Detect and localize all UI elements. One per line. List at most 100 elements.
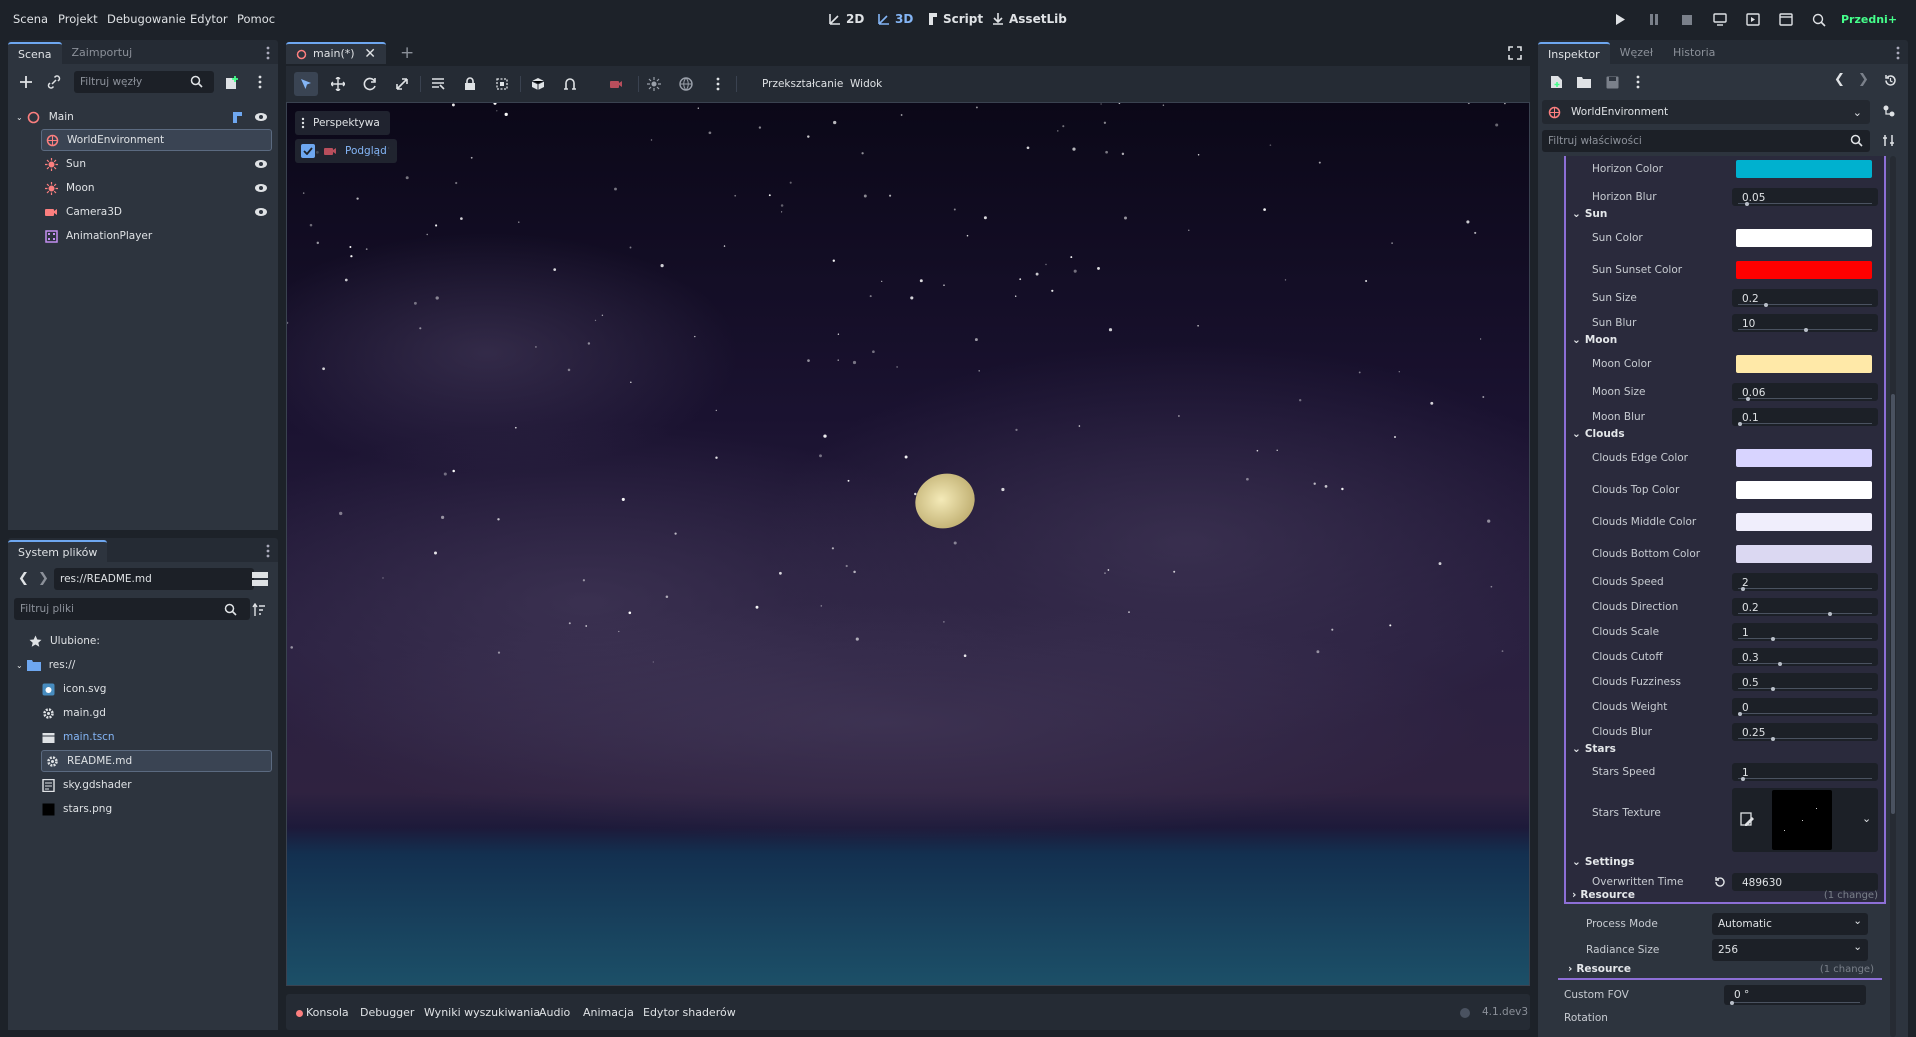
checkbox-checked-icon[interactable] [301,144,315,158]
tab-audio[interactable]: Audio [539,1006,570,1019]
file-item[interactable]: main.gd [41,702,301,724]
snap-icon[interactable] [558,72,582,96]
rotate-tool-icon[interactable] [358,72,382,96]
section-sun[interactable]: ⌄ Sun [1572,208,1607,220]
remote-debug-icon[interactable] [1713,13,1727,26]
file-item[interactable]: sky.gdshader [41,774,301,796]
path-field[interactable]: res://README.md [54,568,254,590]
tab-console[interactable]: Konsola [306,1006,349,1019]
back-icon[interactable]: ❮ [18,571,29,586]
sun-toggle-icon[interactable] [642,72,666,96]
scale-tool-icon[interactable] [390,72,414,96]
instance-scene-icon[interactable] [220,70,244,94]
tab-filesystem[interactable]: System plików [8,540,108,562]
more-options-icon[interactable] [1626,70,1650,94]
horizon-blur-slider[interactable]: 0.05 [1732,188,1878,206]
play-custom-scene-icon[interactable] [1779,13,1793,26]
tab-debugger[interactable]: Debugger [360,1006,414,1019]
color-picker-button[interactable] [1736,449,1872,467]
tree-node-animationplayer[interactable]: AnimationPlayer [44,225,304,247]
group-icon[interactable] [490,72,514,96]
file-filter-input[interactable]: Filtruj pliki [14,598,250,620]
radiance-size-select[interactable]: 256 ⌄ [1712,939,1868,961]
add-node-icon[interactable] [14,70,38,94]
3d-viewport[interactable]: Perspektywa Podgląd [286,102,1530,986]
clouds-fuzziness-slider[interactable]: 0.5 [1732,673,1878,691]
dock-menu-icon[interactable] [266,544,270,558]
color-picker-button[interactable] [1736,355,1872,373]
menu-editor[interactable]: Edytor [190,12,228,26]
close-icon[interactable]: ✕ [364,43,376,65]
environment-toggle-icon[interactable] [674,72,698,96]
section-settings[interactable]: ⌄ Settings [1572,856,1634,868]
new-resource-icon[interactable] [1544,70,1568,94]
lock-icon[interactable] [458,72,482,96]
move-tool-icon[interactable] [326,72,350,96]
tab-history[interactable]: Historia [1663,42,1725,64]
custom-fov-slider[interactable]: 0 ° [1724,985,1866,1005]
visibility-eye-icon[interactable] [254,110,268,124]
workspace-2d-button[interactable]: 2D [828,12,864,26]
res-root-row[interactable]: ⌄ res:// [16,654,276,676]
section-resource-inner[interactable]: › Resource (1 change) [1572,889,1878,901]
history-forward-icon[interactable]: ❯ [1858,72,1869,87]
section-resource-outer[interactable]: › Resource (1 change) [1568,963,1874,975]
history-back-icon[interactable]: ❮ [1834,72,1845,87]
more-options-icon[interactable] [706,72,730,96]
workspace-script-button[interactable]: Script [926,12,983,26]
stars-texture-picker[interactable]: ⌄ [1732,788,1878,852]
renderer-selector[interactable]: Przedni+ [1841,13,1897,26]
fullscreen-icon[interactable] [1508,46,1522,60]
pause-icon[interactable] [1648,13,1660,26]
movie-maker-icon[interactable] [1812,13,1826,27]
play-icon[interactable] [1614,13,1626,26]
add-tab-icon[interactable]: + [400,43,414,63]
color-picker-button[interactable] [1736,261,1872,279]
open-folder-icon[interactable] [1572,70,1596,94]
stars-speed-slider[interactable]: 1 [1732,763,1878,781]
transform-menu[interactable]: Przekształcanie [762,78,843,90]
dock-menu-icon[interactable] [266,46,270,60]
tab-scene[interactable]: Scena [8,42,62,64]
visibility-eye-icon[interactable] [254,205,268,219]
menu-scene[interactable]: Scena [13,12,48,26]
file-item[interactable]: icon.svg [41,678,301,700]
file-item[interactable]: main.tscn [41,726,301,748]
stop-icon[interactable] [1681,14,1693,26]
visibility-eye-icon[interactable] [254,181,268,195]
tab-animation[interactable]: Animacja [583,1006,634,1019]
color-picker-button[interactable] [1736,229,1872,247]
chevron-down-icon[interactable]: ⌄ [16,113,23,122]
menu-help[interactable]: Pomoc [237,12,275,26]
menu-debug[interactable]: Debugowanie [107,12,186,26]
menu-project[interactable]: Projekt [58,12,98,26]
section-stars[interactable]: ⌄ Stars [1572,743,1616,755]
workspace-3d-button[interactable]: 3D [877,12,913,26]
history-icon[interactable] [1884,74,1897,87]
select-tool-icon[interactable] [294,72,318,96]
sun-blur-slider[interactable]: 10 [1732,314,1878,332]
moon-size-slider[interactable]: 0.06 [1732,383,1878,401]
favorites-row[interactable]: Ulubione: [28,630,288,652]
section-clouds[interactable]: ⌄ Clouds [1572,428,1625,440]
process-mode-select[interactable]: Automatic ⌄ [1712,913,1868,935]
clouds-weight-slider[interactable]: 0 [1732,698,1878,716]
clouds-direction-slider[interactable]: 0.2 [1732,598,1878,616]
save-icon[interactable] [1600,70,1624,94]
clouds-cutoff-slider[interactable]: 0.3 [1732,648,1878,666]
scene-tab-main[interactable]: main(*) ✕ [286,42,386,64]
perspective-menu[interactable]: Perspektywa [295,111,390,135]
clouds-scale-slider[interactable]: 1 [1732,623,1878,641]
color-picker-button[interactable] [1736,545,1872,563]
dock-menu-icon[interactable] [1896,46,1900,60]
sun-size-slider[interactable]: 0.2 [1732,289,1878,307]
object-tree-icon[interactable] [1882,104,1896,118]
workspace-assetlib-button[interactable]: AssetLib [991,12,1067,26]
forward-icon[interactable]: ❯ [38,571,49,586]
local-space-icon[interactable] [526,72,550,96]
section-moon[interactable]: ⌄ Moon [1572,334,1617,346]
chevron-down-icon[interactable]: ⌄ [1862,812,1871,825]
tab-inspector[interactable]: Inspektor [1538,42,1610,64]
color-picker-button[interactable] [1736,160,1872,178]
file-item[interactable]: stars.png [41,798,301,820]
